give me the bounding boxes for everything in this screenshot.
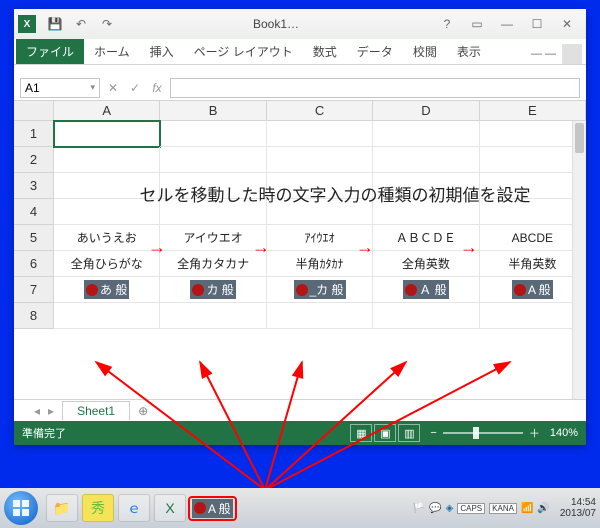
cell[interactable]: ＡＢＣＤＥ xyxy=(373,225,479,251)
select-all-corner[interactable] xyxy=(14,101,54,120)
row-header[interactable]: 4 xyxy=(14,199,54,225)
sheet-nav-next-icon[interactable]: ▸ xyxy=(48,404,54,418)
kana-indicator: KANA xyxy=(489,503,517,514)
view-normal-icon[interactable]: ▦ xyxy=(350,424,372,442)
heading-text: セルを移動した時の文字入力の種類の初期値を設定 xyxy=(104,181,566,206)
help-icon[interactable]: ? xyxy=(432,13,462,35)
sheet-tabs-row: ◂ ▸ Sheet1 ⊕ xyxy=(14,399,586,421)
tray-network-icon[interactable]: 📶 xyxy=(521,503,533,514)
zoom-in-icon[interactable]: ＋ xyxy=(529,425,540,441)
column-headers: A B C D E xyxy=(14,101,586,121)
col-header[interactable]: B xyxy=(160,101,266,120)
sheet-nav-prev-icon[interactable]: ◂ xyxy=(34,404,40,418)
save-icon[interactable]: 💾 xyxy=(45,14,65,34)
ime-badge-cell[interactable]: カ 般 xyxy=(160,277,266,303)
system-tray: 🏳️ 💬 ◈ CAPS KANA 📶 🔊 14:54 2013/07 xyxy=(413,497,596,519)
ime-badge-cell[interactable]: A 般 xyxy=(480,277,586,303)
excel-logo-icon: X xyxy=(18,15,36,33)
undo-icon[interactable]: ↶ xyxy=(71,14,91,34)
col-header[interactable]: E xyxy=(480,101,586,120)
row-header[interactable]: 8 xyxy=(14,303,54,329)
row-header[interactable]: 3 xyxy=(14,173,54,199)
view-layout-icon[interactable]: ▣ xyxy=(374,424,396,442)
formula-bar-row: A1▾ ✕ ✓ fx xyxy=(14,75,586,101)
col-header[interactable]: C xyxy=(267,101,373,120)
tab-review[interactable]: 校閲 xyxy=(403,39,447,64)
start-button[interactable] xyxy=(4,491,38,525)
tab-insert[interactable]: 挿入 xyxy=(140,39,184,64)
status-bar: 準備完了 ▦ ▣ ▥ − ＋ 140% xyxy=(14,421,586,445)
maximize-icon[interactable]: ☐ xyxy=(522,13,552,35)
taskbar-explorer-icon[interactable]: 📁 xyxy=(46,494,78,522)
zoom-out-icon[interactable]: − xyxy=(430,427,436,439)
tab-file[interactable]: ファイル xyxy=(16,39,84,64)
ime-badge-cell[interactable]: _カ 般 xyxy=(267,277,373,303)
new-sheet-icon[interactable]: ⊕ xyxy=(138,404,148,418)
taskbar-clock[interactable]: 14:54 2013/07 xyxy=(560,497,596,519)
ime-badge: _カ 般 xyxy=(294,280,346,299)
ime-badge-cell[interactable]: Ａ 般 xyxy=(373,277,479,303)
cell[interactable]: 全角カタカナ xyxy=(160,251,266,277)
cell[interactable]: 全角英数 xyxy=(373,251,479,277)
ime-badge: Ａ 般 xyxy=(403,280,448,299)
sheet-area: A B C D E 1 2 3 4 5 6 7 8 xyxy=(14,101,586,399)
close-icon[interactable]: ✕ xyxy=(552,13,582,35)
col-header[interactable]: D xyxy=(373,101,479,120)
ribbon-options-icon[interactable]: ▭ xyxy=(462,13,492,35)
avatar-icon[interactable] xyxy=(562,44,582,64)
cell-a1[interactable] xyxy=(54,121,160,147)
ime-badge: A 般 xyxy=(512,280,553,299)
name-box[interactable]: A1▾ xyxy=(20,78,100,98)
row-header[interactable]: 7 xyxy=(14,277,54,303)
zoom-slider[interactable]: − ＋ xyxy=(430,425,539,441)
taskbar-ime-indicator[interactable]: A 般 xyxy=(188,496,237,521)
cell[interactable]: アイウエオ xyxy=(160,225,266,251)
taskbar-hidemaru-icon[interactable]: 秀 xyxy=(82,494,114,522)
window-title: Book1… xyxy=(120,17,432,31)
taskbar-excel-icon[interactable]: X xyxy=(154,494,186,522)
row-headers: 1 2 3 4 5 6 7 8 xyxy=(14,121,54,329)
tray-volume-icon[interactable]: 🔊 xyxy=(537,503,549,514)
enter-formula-icon[interactable]: ✓ xyxy=(126,79,144,97)
row-header[interactable]: 6 xyxy=(14,251,54,277)
cell[interactable]: 全角ひらがな xyxy=(54,251,160,277)
tray-chat-icon[interactable]: 💬 xyxy=(429,503,441,514)
cell[interactable]: 半角英数 xyxy=(480,251,586,277)
ime-badge-cell[interactable]: あ 般 xyxy=(54,277,160,303)
user-name: — — xyxy=(531,48,556,60)
redo-icon[interactable]: ↷ xyxy=(97,14,117,34)
cell[interactable]: 半角ｶﾀｶﾅ xyxy=(267,251,373,277)
ime-badge: あ 般 xyxy=(84,280,129,299)
tray-flag-icon[interactable]: 🏳️ xyxy=(413,503,425,514)
fx-icon[interactable]: fx xyxy=(148,79,166,97)
excel-window: X 💾 ↶ ↷ Book1… ? ▭ — ☐ ✕ ファイル ホーム 挿入 ページ… xyxy=(14,9,586,445)
row-header[interactable]: 1 xyxy=(14,121,54,147)
vertical-scrollbar[interactable] xyxy=(572,121,586,399)
tab-data[interactable]: データ xyxy=(347,39,403,64)
tab-home[interactable]: ホーム xyxy=(84,39,140,64)
minimize-icon[interactable]: — xyxy=(492,13,522,35)
tray-shield-icon[interactable]: ◈ xyxy=(446,503,454,514)
cell[interactable]: ｱｲｳｴｵ xyxy=(267,225,373,251)
title-bar: X 💾 ↶ ↷ Book1… ? ▭ — ☐ ✕ xyxy=(14,9,586,39)
view-pagebreak-icon[interactable]: ▥ xyxy=(398,424,420,442)
taskbar: 📁 秀 ｅ X A 般 🏳️ 💬 ◈ CAPS KANA 📶 🔊 14:54 2… xyxy=(0,488,600,528)
taskbar-ie-icon[interactable]: ｅ xyxy=(118,494,150,522)
tab-layout[interactable]: ページ レイアウト xyxy=(184,39,303,64)
ribbon-tabs: ファイル ホーム 挿入 ページ レイアウト 数式 データ 校閲 表示 — — xyxy=(14,39,586,65)
col-header[interactable]: A xyxy=(54,101,160,120)
status-text: 準備完了 xyxy=(22,425,66,441)
row-header[interactable]: 2 xyxy=(14,147,54,173)
tab-formulas[interactable]: 数式 xyxy=(303,39,347,64)
cancel-formula-icon[interactable]: ✕ xyxy=(104,79,122,97)
cell[interactable]: あいうえお xyxy=(54,225,160,251)
caps-indicator: CAPS xyxy=(457,503,485,514)
sheet-tab[interactable]: Sheet1 xyxy=(62,401,130,420)
zoom-value[interactable]: 140% xyxy=(550,427,578,439)
ime-badge: カ 般 xyxy=(190,280,235,299)
row-header[interactable]: 5 xyxy=(14,225,54,251)
tab-view[interactable]: 表示 xyxy=(447,39,491,64)
cell[interactable]: ABCDE xyxy=(480,225,586,251)
formula-bar[interactable] xyxy=(170,78,580,98)
